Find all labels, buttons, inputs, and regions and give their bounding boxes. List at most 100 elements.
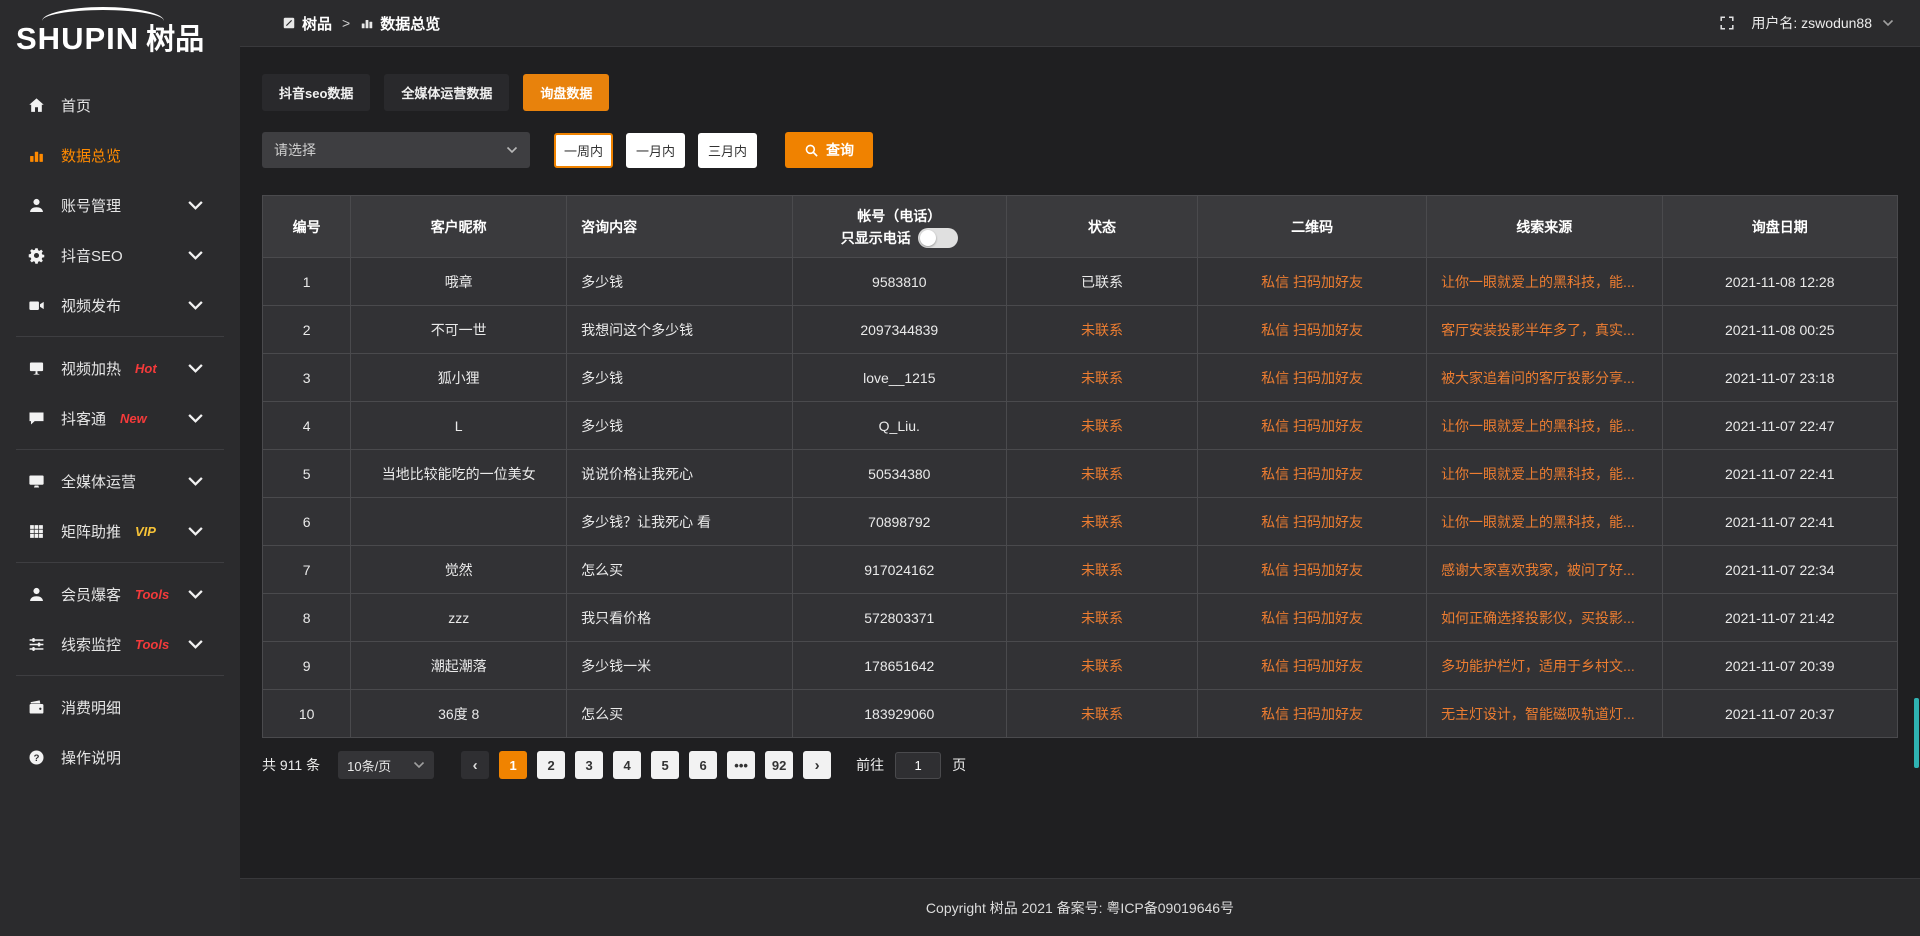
table-row: 9潮起潮落多少钱一米178651642未联系私信 扫码加好友多功能护栏灯，适用于… bbox=[263, 642, 1898, 690]
page-ellipsis[interactable]: ••• bbox=[727, 751, 755, 779]
sidebar-item-publish[interactable]: 视频发布 bbox=[0, 280, 240, 330]
cell-status: 未联系 bbox=[1006, 306, 1197, 354]
filter-select[interactable]: 请选择 bbox=[262, 132, 530, 168]
table-row: 1036度 8怎么买183929060未联系私信 扫码加好友无主灯设计，智能磁吸… bbox=[263, 690, 1898, 738]
cell-account: 183929060 bbox=[792, 690, 1006, 738]
breadcrumb-item[interactable]: 树品 bbox=[282, 13, 332, 34]
column-header-8: 询盘日期 bbox=[1662, 196, 1898, 258]
cell-no: 2 bbox=[263, 306, 351, 354]
search-button[interactable]: 查询 bbox=[785, 132, 873, 168]
sidebar-divider bbox=[16, 336, 224, 337]
table-row: 6多少钱？让我死心 看70898792未联系私信 扫码加好友让你一眼就爱上的黑科… bbox=[263, 498, 1898, 546]
sidebar-badge: VIP bbox=[135, 524, 156, 539]
sidebar-item-label: 视频加热 bbox=[61, 358, 121, 379]
tab-1[interactable]: 抖音seo数据 bbox=[262, 74, 370, 111]
sidebar-item-gear[interactable]: 抖音SEO bbox=[0, 230, 240, 280]
cell-nickname: 当地比较能吃的一位美女 bbox=[351, 450, 567, 498]
cell-account: 2097344839 bbox=[792, 306, 1006, 354]
chevron-down-icon bbox=[506, 146, 518, 154]
cell-source[interactable]: 客厅安装投影半年多了，真实... bbox=[1427, 306, 1662, 354]
sidebar-item-monitor[interactable]: 全媒体运营 bbox=[0, 456, 240, 506]
logo-text-en: SHUPIN bbox=[16, 21, 139, 57]
cell-date: 2021-11-08 00:25 bbox=[1662, 306, 1898, 354]
cell-nickname: 觉然 bbox=[351, 546, 567, 594]
page-button-92[interactable]: 92 bbox=[765, 751, 793, 779]
breadcrumb-item[interactable]: 数据总览 bbox=[360, 13, 440, 34]
range-button-1[interactable]: 一周内 bbox=[554, 133, 613, 168]
cell-no: 8 bbox=[263, 594, 351, 642]
cell-qr[interactable]: 私信 扫码加好友 bbox=[1198, 498, 1427, 546]
cell-account: Q_Liu. bbox=[792, 402, 1006, 450]
sidebar-item-chat[interactable]: 抖客通New bbox=[0, 393, 240, 443]
range-button-2[interactable]: 一月内 bbox=[626, 133, 685, 168]
monitor-icon bbox=[28, 473, 45, 490]
page-button-5[interactable]: 5 bbox=[651, 751, 679, 779]
cell-qr[interactable]: 私信 扫码加好友 bbox=[1198, 402, 1427, 450]
select-placeholder: 请选择 bbox=[274, 140, 316, 160]
tab-3[interactable]: 询盘数据 bbox=[523, 74, 609, 111]
username[interactable]: 用户名: zswodun88 bbox=[1751, 13, 1872, 33]
cell-qr[interactable]: 私信 扫码加好友 bbox=[1198, 594, 1427, 642]
logo: SHUPIN 树品 bbox=[0, 0, 240, 74]
cell-qr[interactable]: 私信 扫码加好友 bbox=[1198, 306, 1427, 354]
gear-icon bbox=[28, 247, 45, 264]
page-button-4[interactable]: 4 bbox=[613, 751, 641, 779]
sidebar-item-help[interactable]: ?操作说明 bbox=[0, 732, 240, 782]
cell-source[interactable]: 让你一眼就爱上的黑科技，能... bbox=[1427, 258, 1662, 306]
cell-source[interactable]: 被大家追着问的客厅投影分享... bbox=[1427, 354, 1662, 402]
page-button-3[interactable]: 3 bbox=[575, 751, 603, 779]
data-table: 编号客户昵称咨询内容帐号（电话）只显示电话状态二维码线索来源询盘日期 1哦章多少… bbox=[262, 195, 1898, 738]
cell-source[interactable]: 如何正确选择投影仪，买投影... bbox=[1427, 594, 1662, 642]
range-button-3[interactable]: 三月内 bbox=[698, 133, 757, 168]
tab-2[interactable]: 全媒体运营数据 bbox=[384, 74, 509, 111]
logo-text-cn: 树品 bbox=[146, 16, 204, 58]
page-button-2[interactable]: 2 bbox=[537, 751, 565, 779]
prev-page-button[interactable]: ‹ bbox=[461, 751, 489, 779]
sidebar-item-home[interactable]: 首页 bbox=[0, 80, 240, 130]
phone-toggle[interactable] bbox=[918, 228, 958, 248]
sidebar-item-heat[interactable]: 视频加热Hot bbox=[0, 343, 240, 393]
sidebar-item-member[interactable]: 会员爆客Tools bbox=[0, 569, 240, 619]
cell-source[interactable]: 让你一眼就爱上的黑科技，能... bbox=[1427, 450, 1662, 498]
table-row: 5当地比较能吃的一位美女说说价格让我死心50534380未联系私信 扫码加好友让… bbox=[263, 450, 1898, 498]
page-button-1[interactable]: 1 bbox=[499, 751, 527, 779]
cell-no: 7 bbox=[263, 546, 351, 594]
page-size-select[interactable]: 10条/页 bbox=[338, 751, 434, 779]
cell-source[interactable]: 感谢大家喜欢我家，被问了好... bbox=[1427, 546, 1662, 594]
sidebar-item-chart[interactable]: 数据总览 bbox=[0, 130, 240, 180]
cell-qr[interactable]: 私信 扫码加好友 bbox=[1198, 258, 1427, 306]
cell-date: 2021-11-08 12:28 bbox=[1662, 258, 1898, 306]
table-row: 3狐小狸多少钱love__1215未联系私信 扫码加好友被大家追着问的客厅投影分… bbox=[263, 354, 1898, 402]
cell-source[interactable]: 多功能护栏灯，适用于乡村文... bbox=[1427, 642, 1662, 690]
cell-qr[interactable]: 私信 扫码加好友 bbox=[1198, 546, 1427, 594]
goto-page-input[interactable] bbox=[895, 752, 941, 779]
next-page-button[interactable]: › bbox=[803, 751, 831, 779]
cell-qr[interactable]: 私信 扫码加好友 bbox=[1198, 690, 1427, 738]
breadcrumb-label: 数据总览 bbox=[380, 13, 440, 34]
sidebar-item-wallet[interactable]: 消费明细 bbox=[0, 682, 240, 732]
total-count: 共 911 条 bbox=[262, 755, 320, 775]
chevron-down-icon bbox=[187, 360, 204, 377]
cell-qr[interactable]: 私信 扫码加好友 bbox=[1198, 450, 1427, 498]
sidebar-item-label: 视频发布 bbox=[61, 295, 121, 316]
sidebar-item-sliders[interactable]: 线索监控Tools bbox=[0, 619, 240, 669]
fullscreen-icon[interactable] bbox=[1719, 15, 1735, 31]
table-row: 7觉然怎么买917024162未联系私信 扫码加好友感谢大家喜欢我家，被问了好.… bbox=[263, 546, 1898, 594]
cell-source[interactable]: 让你一眼就爱上的黑科技，能... bbox=[1427, 402, 1662, 450]
cell-source[interactable]: 无主灯设计，智能磁吸轨道灯... bbox=[1427, 690, 1662, 738]
chevron-down-icon[interactable] bbox=[1882, 19, 1894, 27]
scrollbar-thumb[interactable] bbox=[1914, 698, 1919, 768]
cell-content: 多少钱？让我死心 看 bbox=[567, 498, 793, 546]
sidebar-item-grid[interactable]: 矩阵助推VIP bbox=[0, 506, 240, 556]
chevron-down-icon bbox=[187, 197, 204, 214]
cell-qr[interactable]: 私信 扫码加好友 bbox=[1198, 354, 1427, 402]
sidebar-badge: New bbox=[120, 411, 147, 426]
sidebar-item-user[interactable]: 账号管理 bbox=[0, 180, 240, 230]
chevron-down-icon bbox=[187, 523, 204, 540]
breadcrumb-label: 树品 bbox=[302, 13, 332, 34]
cell-date: 2021-11-07 20:37 bbox=[1662, 690, 1898, 738]
page-button-6[interactable]: 6 bbox=[689, 751, 717, 779]
cell-source[interactable]: 让你一眼就爱上的黑科技，能... bbox=[1427, 498, 1662, 546]
cell-qr[interactable]: 私信 扫码加好友 bbox=[1198, 642, 1427, 690]
publish-icon bbox=[28, 297, 45, 314]
